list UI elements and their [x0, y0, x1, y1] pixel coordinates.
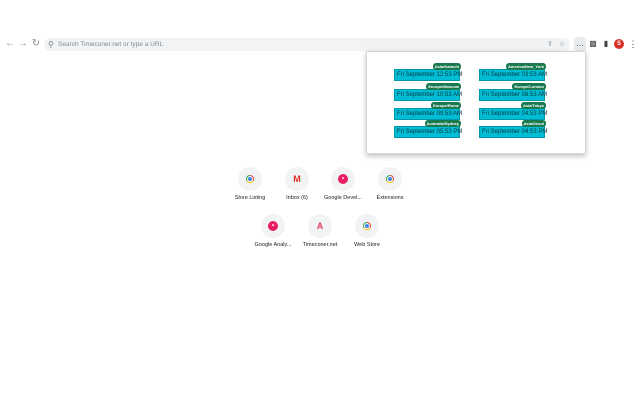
- extension-ellipsis-icon[interactable]: …: [574, 37, 586, 51]
- clock-time: Fri September 10:53 AM: [397, 92, 463, 98]
- google-developers-icon: •: [338, 174, 348, 184]
- back-button[interactable]: ←: [4, 38, 16, 50]
- share-icon[interactable]: ⇧: [545, 38, 555, 51]
- address-bar-placeholder: Search Timeconer.net or type a URL: [58, 41, 164, 48]
- menu-kebab-icon[interactable]: ⋮: [627, 37, 639, 51]
- shortcut-label: Web Store: [354, 242, 380, 248]
- timezone-badge: Australia/Sydney: [424, 120, 461, 127]
- clock-card: Fri September 09:53 AM Europe/Rome: [394, 102, 463, 120]
- side-panel-icon[interactable]: ▮: [600, 37, 612, 51]
- shortcut-label: Extensions: [376, 195, 404, 201]
- timezone-badge: America/New_York: [506, 63, 546, 70]
- clock-time: Fri September 04:53 PM: [482, 129, 548, 135]
- clock-time: Fri September 04:53 PM: [482, 111, 548, 117]
- extensions-puzzle-icon[interactable]: ▩: [587, 37, 599, 51]
- shortcut-icon-bg: A: [308, 214, 332, 238]
- clock-card: Fri September 08:53 AM Europe/London: [479, 83, 548, 101]
- timeconer-icon: A: [316, 221, 324, 231]
- timezone-badge: Europe/Moscow: [426, 83, 461, 90]
- timezone-badge: Asia/Karachi: [432, 63, 461, 70]
- timezone-badge: Europe/Rome: [430, 102, 461, 109]
- clock-card: Fri September 04:53 PM Asia/Tokyo: [479, 102, 548, 120]
- chrome-icon: [386, 175, 394, 183]
- bookmark-star-icon[interactable]: ☆: [557, 38, 567, 51]
- clock-card: Fri September 12:53 PM Asia/Karachi: [394, 63, 463, 81]
- reload-button[interactable]: ↻: [30, 38, 42, 50]
- address-bar[interactable]: ⚲ Search Timeconer.net or type a URL ⇧ ☆: [44, 38, 570, 51]
- shortcut-tile[interactable]: Extensions: [362, 167, 418, 211]
- profile-avatar[interactable]: S: [614, 39, 624, 49]
- chrome-icon: [246, 175, 254, 183]
- timezone-badge: Asia/Tokyo: [520, 102, 546, 109]
- shortcut-icon-bg: •: [261, 214, 285, 238]
- clock-time: Fri September 03:53 AM: [482, 72, 548, 78]
- shortcut-icon-bg: M: [285, 167, 309, 191]
- clock-card: Fri September 04:53 PM Asia/Seoul: [479, 120, 548, 138]
- clock-card: Fri September 03:53 AM America/New_York: [479, 63, 548, 81]
- clock-time: Fri September 09:53 AM: [397, 111, 463, 117]
- timezone-badge: Asia/Seoul: [521, 120, 546, 127]
- clock-card: Fri September 05:53 PM Australia/Sydney: [394, 120, 463, 138]
- clock-time: Fri September 05:53 PM: [397, 129, 463, 135]
- shortcut-icon-bg: [355, 214, 379, 238]
- chrome-icon: [363, 222, 371, 230]
- google-developers-icon: •: [268, 221, 278, 231]
- timezone-popup: Fri September 12:53 PM Asia/Karachi Fri …: [366, 51, 586, 154]
- shortcut-icon-bg: [378, 167, 402, 191]
- clock-card: Fri September 10:53 AM Europe/Moscow: [394, 83, 463, 101]
- shortcut-icon-bg: [238, 167, 262, 191]
- timezone-badge: Europe/London: [512, 83, 546, 90]
- shortcut-icon-bg: •: [331, 167, 355, 191]
- shortcut-tile[interactable]: Web Store: [339, 214, 395, 258]
- gmail-icon: M: [293, 174, 301, 184]
- clock-time: Fri September 12:53 PM: [397, 72, 463, 78]
- clock-time: Fri September 08:53 AM: [482, 92, 548, 98]
- search-icon: ⚲: [48, 40, 54, 49]
- forward-button[interactable]: →: [17, 38, 29, 50]
